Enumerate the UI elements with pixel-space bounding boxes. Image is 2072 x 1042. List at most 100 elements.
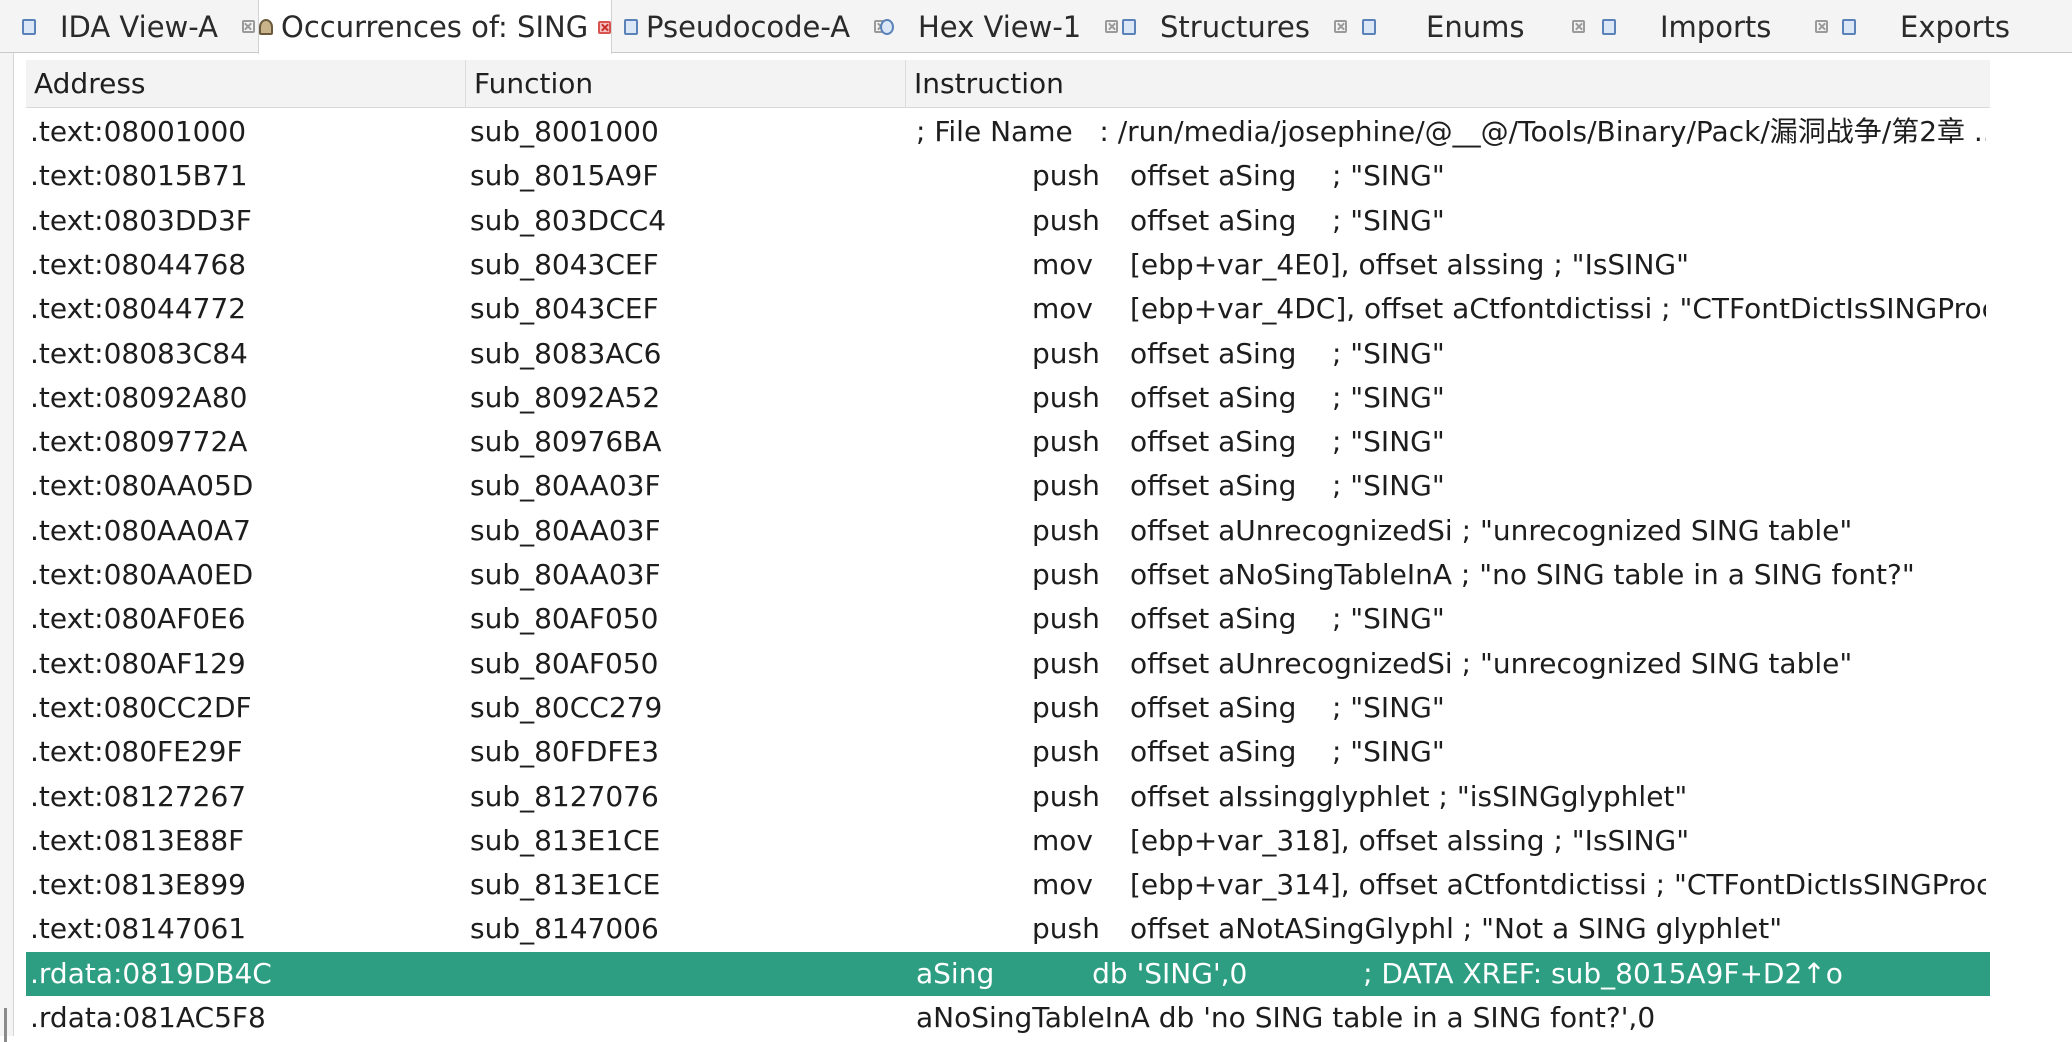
function-cell: sub_80AF050	[470, 646, 659, 680]
hex-view-icon	[880, 18, 894, 35]
instruction-operands: offset aSing ; "SING"	[1130, 469, 1445, 503]
column-header-address[interactable]: Address	[26, 60, 466, 108]
tab-structures[interactable]: Structures	[1122, 0, 1348, 53]
instruction-mnemonic: push	[1032, 425, 1100, 459]
address-cell: .text:0813E899	[30, 868, 246, 902]
table-row[interactable]: .text:08015B71 sub_8015A9F push offset aSin…	[26, 154, 1990, 198]
instruction-operands: [ebp+var_314], offset aCtfontdictissi ; …	[1130, 868, 1986, 902]
address-cell: .text:080FE29F	[30, 735, 243, 769]
instruction-mnemonic: push	[1032, 380, 1100, 414]
table-row[interactable]: .text:080AA0ED sub_80AA03F push offset aNoS…	[26, 553, 1990, 597]
address-cell: .text:08044772	[30, 292, 247, 326]
instruction-cell: push offset aSing ; "SING"	[910, 464, 1986, 508]
instruction-text: aSing db 'SING',0 ; DATA XREF: sub_8015A…	[916, 956, 1843, 990]
table-row[interactable]: .rdata:0819DB4C aSing db 'SING',0 ; DATA …	[26, 951, 1990, 996]
function-cell: sub_8015A9F	[470, 159, 659, 193]
function-cell: sub_8043CEF	[470, 247, 659, 281]
function-cell	[470, 996, 900, 1040]
function-cell: sub_80AA03F	[470, 469, 661, 503]
function-cell	[470, 952, 900, 996]
tab-exports[interactable]: Exports	[1842, 0, 2010, 53]
function-cell: sub_8092A52	[470, 380, 661, 414]
instruction-cell: push offset aSing ; "SING"	[910, 597, 1986, 641]
tab-ida-view-a[interactable]: IDA View-A	[22, 0, 255, 53]
instruction-cell: mov [ebp+var_4E0], offset aIssing ; "IsSI…	[910, 243, 1986, 287]
close-icon[interactable]	[598, 20, 612, 34]
table-row[interactable]: .text:08044772 sub_8043CEF mov [ebp+var_4DC…	[26, 287, 1990, 331]
tab-label: Enums	[1426, 9, 1525, 44]
pseudocode-icon	[624, 18, 638, 35]
table-row[interactable]: .text:08083C84 sub_8083AC6 push offset aSin…	[26, 332, 1990, 376]
tab-imports[interactable]: Imports	[1602, 0, 1829, 53]
table-row[interactable]: .text:08044768 sub_8043CEF mov [ebp+var_4E0…	[26, 243, 1990, 287]
tab-enums[interactable]: Enums	[1362, 0, 1586, 53]
instruction-mnemonic: push	[1032, 602, 1100, 636]
function-cell: sub_80AF050	[470, 602, 659, 636]
table-row[interactable]: .text:080AF0E6 sub_80AF050 push offset aSin…	[26, 597, 1990, 641]
table-row[interactable]: .text:080AA05D sub_80AA03F push offset aSin…	[26, 464, 1990, 508]
structures-icon	[1122, 18, 1136, 35]
table-row[interactable]: .text:08001000 sub_8001000 ; File Name : /…	[26, 110, 1990, 154]
table-header: Address Function Instruction	[26, 60, 1990, 108]
instruction-cell: push offset aSing ; "SING"	[910, 420, 1986, 464]
table-row[interactable]: .text:0803DD3F sub_803DCC4 push offset aSin…	[26, 199, 1990, 243]
tab-occurrences[interactable]: Occurrences of: SING	[258, 0, 613, 54]
table-row[interactable]: .text:0813E88F sub_813E1CE mov [ebp+var_318…	[26, 819, 1990, 863]
instruction-operands: [ebp+var_4E0], offset aIssing ; "IsSING"	[1130, 247, 1689, 281]
instruction-operands: offset aSing ; "SING"	[1130, 203, 1445, 237]
close-icon[interactable]	[1572, 20, 1586, 33]
address-cell: .text:0813E88F	[30, 823, 245, 857]
function-cell: sub_80976BA	[470, 425, 662, 459]
tab-hex-view-1[interactable]: Hex View-1	[880, 0, 1119, 53]
address-cell: .text:080AA0ED	[30, 558, 254, 591]
ida-view-icon	[22, 18, 36, 35]
column-header-instruction[interactable]: Instruction	[906, 60, 1990, 108]
instruction-mnemonic: push	[1032, 203, 1100, 237]
instruction-mnemonic: push	[1032, 779, 1100, 813]
address-cell: .rdata:081AC5F8	[30, 1001, 266, 1034]
close-icon[interactable]	[1334, 20, 1348, 33]
table-row[interactable]: .text:0813E899 sub_813E1CE mov [ebp+var_314…	[26, 863, 1990, 907]
table-row[interactable]: .text:08092A80 sub_8092A52 push offset aSin…	[26, 376, 1990, 420]
close-icon[interactable]	[241, 20, 255, 33]
table-row[interactable]: .text:080CC2DF sub_80CC279 push offset aSin…	[26, 686, 1990, 730]
tab-label: Pseudocode-A	[646, 9, 851, 44]
tab-pseudocode-a[interactable]: Pseudocode-A	[624, 0, 888, 53]
instruction-cell: push offset aSing ; "SING"	[910, 199, 1986, 243]
address-cell: .text:080AA05D	[30, 469, 254, 503]
occurrences-icon	[259, 19, 273, 35]
instruction-mnemonic: push	[1032, 735, 1100, 769]
instruction-operands: [ebp+var_318], offset aIssing ; "IsSING"	[1130, 823, 1690, 857]
splitter-handle[interactable]	[4, 1008, 7, 1042]
function-cell: sub_8083AC6	[470, 336, 662, 370]
instruction-operands: offset aSing ; "SING"	[1130, 602, 1445, 636]
instruction-operands: offset aSing ; "SING"	[1130, 159, 1445, 193]
table-row[interactable]: .text:0809772A sub_80976BA push offset aSin…	[26, 420, 1990, 464]
tab-label: Occurrences of: SING	[281, 10, 589, 44]
instruction-operands: offset aNoSingTableInA ; "no SING table …	[1130, 558, 1915, 591]
close-icon[interactable]	[1815, 20, 1829, 33]
table-row[interactable]: .text:08147061 sub_8147006 push offset aNot…	[26, 907, 1990, 951]
table-row[interactable]: .rdata:081AC5F8 aNoSingTableInA db 'no SI…	[26, 996, 1990, 1040]
address-cell: .text:08127267	[30, 779, 247, 813]
instruction-cell: aSing db 'SING',0 ; DATA XREF: sub_8015A…	[910, 952, 1986, 996]
address-cell: .rdata:0819DB4C	[30, 956, 272, 990]
table-row[interactable]: .text:080AA0A7 sub_80AA03F push offset aUnr…	[26, 509, 1990, 553]
address-cell: .text:0803DD3F	[30, 203, 252, 237]
exports-icon	[1842, 18, 1856, 35]
tab-label: Exports	[1900, 9, 2011, 44]
function-cell: sub_8127076	[470, 779, 659, 813]
address-cell: .text:08001000	[30, 115, 247, 148]
instruction-mnemonic: push	[1032, 336, 1100, 370]
address-cell: .text:08147061	[30, 912, 247, 946]
tab-label: Hex View-1	[918, 9, 1082, 44]
instruction-cell: mov [ebp+var_4DC], offset aCtfontdictissi…	[910, 287, 1986, 331]
table-row[interactable]: .text:080FE29F sub_80FDFE3 push offset aSin…	[26, 730, 1990, 774]
instruction-mnemonic: push	[1032, 646, 1100, 680]
instruction-cell: push offset aNotASingGlyphl ; "Not a SING…	[910, 907, 1986, 951]
instruction-cell: push offset aSing ; "SING"	[910, 686, 1986, 730]
close-icon[interactable]	[1105, 20, 1119, 33]
column-header-function[interactable]: Function	[466, 60, 906, 108]
table-row[interactable]: .text:08127267 sub_8127076 push offset aIss…	[26, 775, 1990, 819]
table-row[interactable]: .text:080AF129 sub_80AF050 push offset aUnr…	[26, 642, 1990, 686]
